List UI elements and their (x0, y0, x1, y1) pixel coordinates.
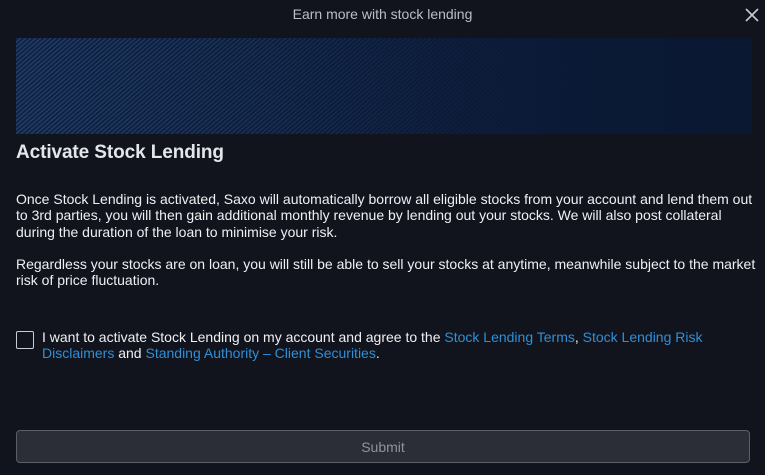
standing-authority-link[interactable]: Standing Authority – Client Securities (145, 345, 375, 361)
agreement-text-after: . (375, 345, 380, 362)
stock-lending-dialog: Earn more with stock lending Activate St… (0, 0, 765, 475)
dialog-title: Earn more with stock lending (292, 6, 473, 22)
description-paragraph: Once Stock Lending is activated, Saxo wi… (16, 191, 753, 240)
promo-banner-image (16, 38, 752, 134)
close-icon (745, 8, 759, 22)
agreement-text: I want to activate Stock Lending on my a… (42, 329, 752, 362)
agreement-conjunction: and (114, 345, 146, 362)
agreement-separator: , (574, 329, 583, 345)
agree-checkbox[interactable] (16, 331, 34, 349)
risk-paragraph: Regardless your stocks are on loan, you … (16, 256, 756, 289)
page-title: Activate Stock Lending (16, 142, 224, 163)
submit-button[interactable]: Submit (16, 430, 750, 463)
agreement-text-before: I want to activate Stock Lending on my a… (42, 329, 445, 345)
close-button[interactable] (741, 4, 763, 26)
stock-lending-terms-link[interactable]: Stock Lending Terms (444, 329, 574, 345)
